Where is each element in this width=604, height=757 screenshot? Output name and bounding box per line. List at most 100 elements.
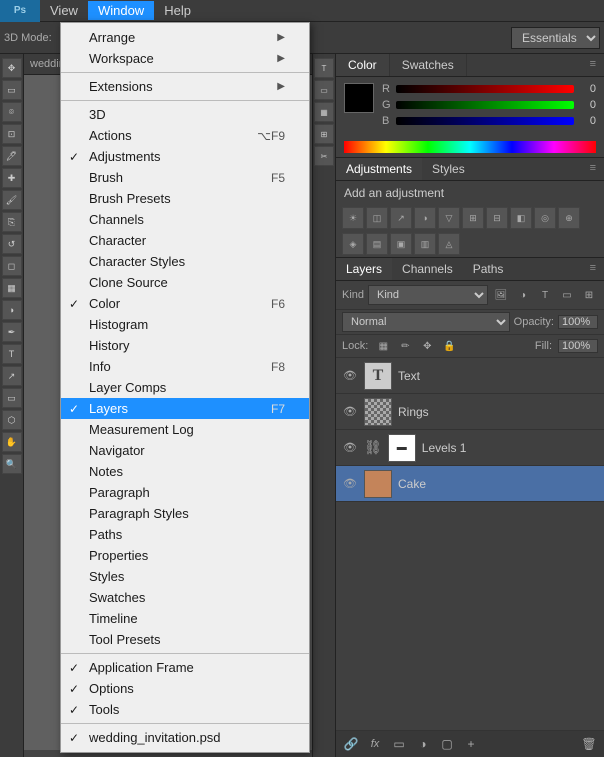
layers-mask-btn[interactable]: ▭ bbox=[390, 735, 408, 753]
menu-application-frame[interactable]: Application Frame bbox=[61, 657, 309, 678]
tool-zoom[interactable]: 🔍 bbox=[2, 454, 22, 474]
adj-curves[interactable]: ↗ bbox=[390, 207, 412, 229]
filter-pixel-btn[interactable]: 🖼 bbox=[492, 286, 510, 304]
side-btn-1[interactable]: T bbox=[314, 58, 334, 78]
side-btn-2[interactable]: ▭ bbox=[314, 80, 334, 100]
menu-paragraph[interactable]: Paragraph bbox=[61, 482, 309, 503]
layer-rings-visibility[interactable]: 👁 bbox=[342, 404, 358, 420]
filter-shape-btn[interactable]: ▭ bbox=[558, 286, 576, 304]
menu-channels[interactable]: Channels bbox=[61, 209, 309, 230]
layers-new-btn[interactable]: + bbox=[462, 735, 480, 753]
tool-gradient[interactable]: ▦ bbox=[2, 278, 22, 298]
tool-brush[interactable]: 🖌 bbox=[2, 190, 22, 210]
menu-layers[interactable]: Layers F7 bbox=[61, 398, 309, 419]
b-slider[interactable] bbox=[396, 117, 574, 125]
tool-select[interactable]: ▭ bbox=[2, 80, 22, 100]
tool-dodge[interactable]: ◑ bbox=[2, 300, 22, 320]
tool-heal[interactable]: ✚ bbox=[2, 168, 22, 188]
tool-pen[interactable]: ✒ bbox=[2, 322, 22, 342]
g-slider[interactable] bbox=[396, 101, 574, 109]
adj-hsl[interactable]: ⊞ bbox=[462, 207, 484, 229]
foreground-swatch[interactable] bbox=[344, 83, 374, 113]
tool-history-brush[interactable]: ↺ bbox=[2, 234, 22, 254]
color-spectrum[interactable] bbox=[344, 141, 596, 153]
lock-transparency-btn[interactable]: ▦ bbox=[374, 337, 392, 355]
menu-styles[interactable]: Styles bbox=[61, 566, 309, 587]
tab-layers[interactable]: Layers bbox=[336, 258, 392, 280]
menu-brush[interactable]: Brush F5 bbox=[61, 167, 309, 188]
kind-select[interactable]: Kind bbox=[368, 285, 488, 305]
menu-brush-presets[interactable]: Brush Presets bbox=[61, 188, 309, 209]
tab-swatches[interactable]: Swatches bbox=[390, 54, 467, 76]
tab-paths[interactable]: Paths bbox=[463, 258, 514, 280]
adj-posterize[interactable]: ▤ bbox=[366, 233, 388, 255]
lock-pixels-btn[interactable]: ✏ bbox=[396, 337, 414, 355]
tab-channels[interactable]: Channels bbox=[392, 258, 463, 280]
lock-position-btn[interactable]: ✥ bbox=[418, 337, 436, 355]
menu-wedding-file[interactable]: wedding_invitation.psd bbox=[61, 727, 309, 748]
tool-crop[interactable]: ⊡ bbox=[2, 124, 22, 144]
adj-bw[interactable]: ◧ bbox=[510, 207, 532, 229]
layer-levels[interactable]: 👁 ⛓ ▬ Levels 1 bbox=[336, 430, 604, 466]
side-btn-3[interactable]: ▦ bbox=[314, 102, 334, 122]
menu-info[interactable]: Info F8 bbox=[61, 356, 309, 377]
menubar-item-help[interactable]: Help bbox=[154, 1, 201, 20]
filter-type-btn[interactable]: T bbox=[536, 286, 554, 304]
menu-history[interactable]: History bbox=[61, 335, 309, 356]
filter-smartobj-btn[interactable]: ⊞ bbox=[580, 286, 598, 304]
adj-brightness[interactable]: ☀ bbox=[342, 207, 364, 229]
adj-photofilter[interactable]: ◎ bbox=[534, 207, 556, 229]
layers-adj-btn[interactable]: ◑ bbox=[414, 735, 432, 753]
layer-cake-visibility[interactable]: 👁 bbox=[342, 476, 358, 492]
menu-notes[interactable]: Notes bbox=[61, 461, 309, 482]
layers-fx-btn[interactable]: fx bbox=[366, 735, 384, 753]
menu-paragraph-styles[interactable]: Paragraph Styles bbox=[61, 503, 309, 524]
layer-text-visibility[interactable]: 👁 bbox=[342, 368, 358, 384]
menu-paths[interactable]: Paths bbox=[61, 524, 309, 545]
layers-link-btn[interactable]: 🔗 bbox=[342, 735, 360, 753]
adj-levels[interactable]: ◫ bbox=[366, 207, 388, 229]
color-panel-menu-icon[interactable]: ≡ bbox=[582, 54, 604, 76]
tool-move[interactable]: ✥ bbox=[2, 58, 22, 78]
tool-eraser[interactable]: ◻ bbox=[2, 256, 22, 276]
menu-color[interactable]: Color F6 bbox=[61, 293, 309, 314]
layers-panel-menu-icon[interactable]: ≡ bbox=[582, 258, 604, 280]
layers-delete-btn[interactable]: 🗑 bbox=[580, 735, 598, 753]
tab-color[interactable]: Color bbox=[336, 54, 390, 76]
tab-adjustments[interactable]: Adjustments bbox=[336, 158, 422, 180]
adj-exposure[interactable]: ◑ bbox=[414, 207, 436, 229]
menu-tool-presets[interactable]: Tool Presets bbox=[61, 629, 309, 650]
tool-type[interactable]: T bbox=[2, 344, 22, 364]
menu-character[interactable]: Character bbox=[61, 230, 309, 251]
menu-arrange[interactable]: Arrange ▶ bbox=[61, 27, 309, 48]
menu-actions[interactable]: Actions ⌥F9 bbox=[61, 125, 309, 146]
tool-3d[interactable]: ⬡ bbox=[2, 410, 22, 430]
tool-path-select[interactable]: ↗ bbox=[2, 366, 22, 386]
tool-eyedrop[interactable]: 🖊 bbox=[2, 146, 22, 166]
layer-rings[interactable]: 👁 Rings bbox=[336, 394, 604, 430]
adj-threshold[interactable]: ▣ bbox=[390, 233, 412, 255]
menu-swatches[interactable]: Swatches bbox=[61, 587, 309, 608]
tool-shape[interactable]: ▭ bbox=[2, 388, 22, 408]
layer-cake[interactable]: 👁 Cake bbox=[336, 466, 604, 502]
adj-channelmix[interactable]: ⊕ bbox=[558, 207, 580, 229]
menu-navigator[interactable]: Navigator bbox=[61, 440, 309, 461]
menu-layer-comps[interactable]: Layer Comps bbox=[61, 377, 309, 398]
side-btn-4[interactable]: ⊞ bbox=[314, 124, 334, 144]
menu-character-styles[interactable]: Character Styles bbox=[61, 251, 309, 272]
adj-invert[interactable]: ◈ bbox=[342, 233, 364, 255]
menu-extensions[interactable]: Extensions ▶ bbox=[61, 76, 309, 97]
menubar-item-view[interactable]: View bbox=[40, 1, 88, 20]
layer-levels-visibility[interactable]: 👁 bbox=[342, 440, 358, 456]
workspace-select[interactable]: Essentials bbox=[511, 27, 600, 49]
menu-properties[interactable]: Properties bbox=[61, 545, 309, 566]
menu-measurement-log[interactable]: Measurement Log bbox=[61, 419, 309, 440]
menu-histogram[interactable]: Histogram bbox=[61, 314, 309, 335]
lock-all-btn[interactable]: 🔒 bbox=[440, 337, 458, 355]
tool-hand[interactable]: ✋ bbox=[2, 432, 22, 452]
tool-clone[interactable]: ⎘ bbox=[2, 212, 22, 232]
side-btn-5[interactable]: ✂ bbox=[314, 146, 334, 166]
menu-clone-source[interactable]: Clone Source bbox=[61, 272, 309, 293]
menu-adjustments[interactable]: Adjustments bbox=[61, 146, 309, 167]
adj-selectivecolor[interactable]: ◬ bbox=[438, 233, 460, 255]
